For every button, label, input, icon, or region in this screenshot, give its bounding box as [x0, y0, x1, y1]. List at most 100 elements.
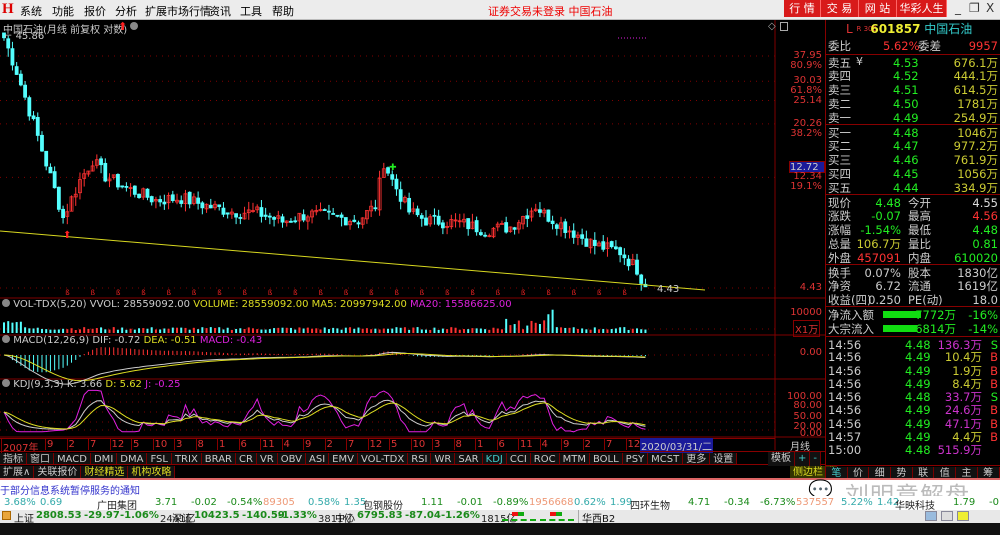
sar-marker: ß — [470, 289, 475, 297]
sar-marker: ß — [394, 289, 399, 297]
maximize-button[interactable]: ❐ — [969, 1, 980, 15]
wei-bi-value: 5.62% — [883, 39, 920, 53]
indicator-tab-窗口[interactable]: 窗口 — [27, 453, 54, 464]
candle-body — [635, 259, 639, 275]
date-tick: 7 — [88, 439, 97, 450]
ask-row: 卖四 4.52 444.1万 — [826, 68, 1000, 83]
wei-bi-label: 委比 — [828, 39, 851, 53]
menu-tools[interactable]: 工具 — [240, 3, 262, 19]
sar-marker: ß — [217, 289, 222, 297]
candle-body — [56, 186, 61, 210]
candle-body — [331, 213, 336, 215]
sar-marker: ß — [91, 289, 96, 297]
candle-body — [390, 174, 395, 180]
sar-marker: ß — [521, 289, 526, 297]
bid-row: 买五 4.44 334.9万 — [826, 180, 1000, 195]
candle-body — [200, 202, 205, 209]
indicator-tab-wr[interactable]: WR — [431, 453, 456, 464]
dropdown-icon[interactable] — [2, 379, 10, 387]
dropdown-icon[interactable] — [2, 299, 10, 307]
ticker-value: -0.14 — [989, 497, 1000, 508]
candle-body — [263, 214, 268, 217]
candle-body — [18, 73, 23, 86]
vol-header: VOL-TDX(5,20) VVOL: 28559092.00 VOLUME: … — [2, 299, 512, 310]
candle-body — [162, 201, 167, 205]
indicator-tab-vol-tdx[interactable]: VOL-TDX — [357, 453, 409, 464]
indicator-tab-mtm[interactable]: MTM — [559, 453, 590, 464]
menu-analysis[interactable]: 分析 — [115, 3, 137, 19]
indicator-tab-fsl[interactable]: FSL — [147, 453, 172, 464]
menu-bar: H 系统 功能 报价 分析 扩展市场行情 资讯 工具 帮助 证券交易未登录 中国… — [0, 0, 1000, 20]
ask-row: 卖三 4.51 614.5万 — [826, 82, 1000, 97]
stat-row: 净资 6.72 流通 1619亿 — [826, 278, 1000, 293]
fib-ratio-label: 80.9% — [790, 60, 822, 72]
menu-news[interactable]: 资讯 — [209, 3, 231, 19]
chart-canvas[interactable]: ß ß ß ß ß ß ß ß ß ß ß ß ß ß ß ß ß ß ß ß ß ß ß ⬆ ✚ — [0, 20, 825, 478]
indicator-tab-kdj[interactable]: KDJ — [482, 453, 507, 464]
indicator-tab-rsi[interactable]: RSI — [408, 453, 432, 464]
indicator-tab-emv[interactable]: EMV — [329, 453, 358, 464]
menu-quote[interactable]: 报价 — [84, 3, 106, 19]
indicator-tab-cci[interactable]: CCI — [506, 453, 531, 464]
stock-code: 601857 — [870, 22, 921, 36]
indicator-tab-sar[interactable]: SAR — [455, 453, 483, 464]
dropdown-icon[interactable] — [130, 22, 138, 30]
zoom-out-button[interactable]: - — [810, 452, 821, 466]
menu-help[interactable]: 帮助 — [272, 3, 294, 19]
minimize-button[interactable]: _ — [955, 1, 961, 15]
sar-marker: ß — [445, 289, 450, 297]
indicator-tab-更多[interactable]: 更多 — [683, 453, 711, 464]
candle-body — [187, 191, 192, 205]
indicator-tab-dmi[interactable]: DMI — [90, 453, 118, 464]
candle-body — [120, 185, 125, 188]
indicator-tab-brar[interactable]: BRAR — [201, 453, 236, 464]
menu-extended-market[interactable]: 扩展市场行情 — [145, 3, 211, 19]
index-icon — [2, 511, 11, 520]
website-button[interactable]: 网 站 — [859, 0, 897, 17]
indicator-tab-roc[interactable]: ROC — [530, 453, 560, 464]
indicator-tab-asi[interactable]: ASI — [306, 453, 330, 464]
huacai-life-button[interactable]: 华彩人生 — [897, 0, 947, 17]
panel-toggle-icon[interactable] — [780, 22, 788, 31]
candle-body — [238, 217, 243, 219]
indicator-tab-dma[interactable]: DMA — [117, 453, 148, 464]
sar-marker: ß — [319, 289, 324, 297]
vol-label: VOL-TDX(5,20) — [13, 299, 87, 310]
stock-ticker[interactable]: 3.68% 0.69 广田集团 3.71 -0.02 -0.54% 89305 0.58% 1.… — [0, 496, 1000, 512]
dropdown-icon[interactable] — [2, 335, 10, 343]
zoom-in-button[interactable]: + — [795, 452, 811, 466]
wei-cha-label: 委差 — [918, 39, 941, 53]
trendline — [0, 230, 706, 291]
notice-link[interactable]: 于部分信息系统暂停服务的通知 — [0, 482, 140, 497]
candle-body — [512, 227, 517, 230]
template-tab[interactable]: 模板 — [768, 452, 795, 466]
status-icon[interactable] — [941, 511, 953, 521]
status-icon[interactable] — [957, 511, 969, 521]
candles: ßßßßßßßßßßßßßßßßßßßßßßß — [2, 32, 648, 297]
quote-button[interactable]: 行 情 — [784, 0, 821, 17]
order-ratio-row: 委比 5.62% 委差 9957 — [826, 38, 1000, 54]
menu-system[interactable]: 系统 — [20, 3, 42, 19]
trade-button[interactable]: 交 易 — [821, 0, 859, 17]
indicator-tab-cr[interactable]: CR — [236, 453, 257, 464]
tick-row: 14:56 4.49 8.4万 B — [826, 376, 1000, 391]
indicator-tab-vr[interactable]: VR — [256, 453, 278, 464]
indicator-tab-mcst[interactable]: MCST — [648, 453, 684, 464]
status-icon[interactable] — [925, 511, 937, 521]
indicator-tab-trix[interactable]: TRIX — [171, 453, 202, 464]
candle-body — [40, 134, 44, 152]
kdj-axis-80: 80.00 — [793, 400, 822, 411]
close-button[interactable]: X — [986, 1, 994, 15]
menu-function[interactable]: 功能 — [52, 3, 74, 19]
sar-marker: ß — [167, 289, 172, 297]
indicator-tab-macd[interactable]: MACD — [54, 453, 91, 464]
indicator-tab-obv[interactable]: OBV — [277, 453, 306, 464]
candle-body — [394, 178, 399, 190]
candle-body — [259, 207, 264, 217]
indicator-tab-指标[interactable]: 指标 — [0, 453, 27, 464]
indicator-tab-boll[interactable]: BOLL — [589, 453, 623, 464]
indicator-tab-设置[interactable]: 设置 — [710, 453, 738, 464]
diamond-icon[interactable]: ◇ — [768, 21, 776, 32]
candle-body — [145, 188, 150, 198]
indicator-tab-psy[interactable]: PSY — [622, 453, 649, 464]
